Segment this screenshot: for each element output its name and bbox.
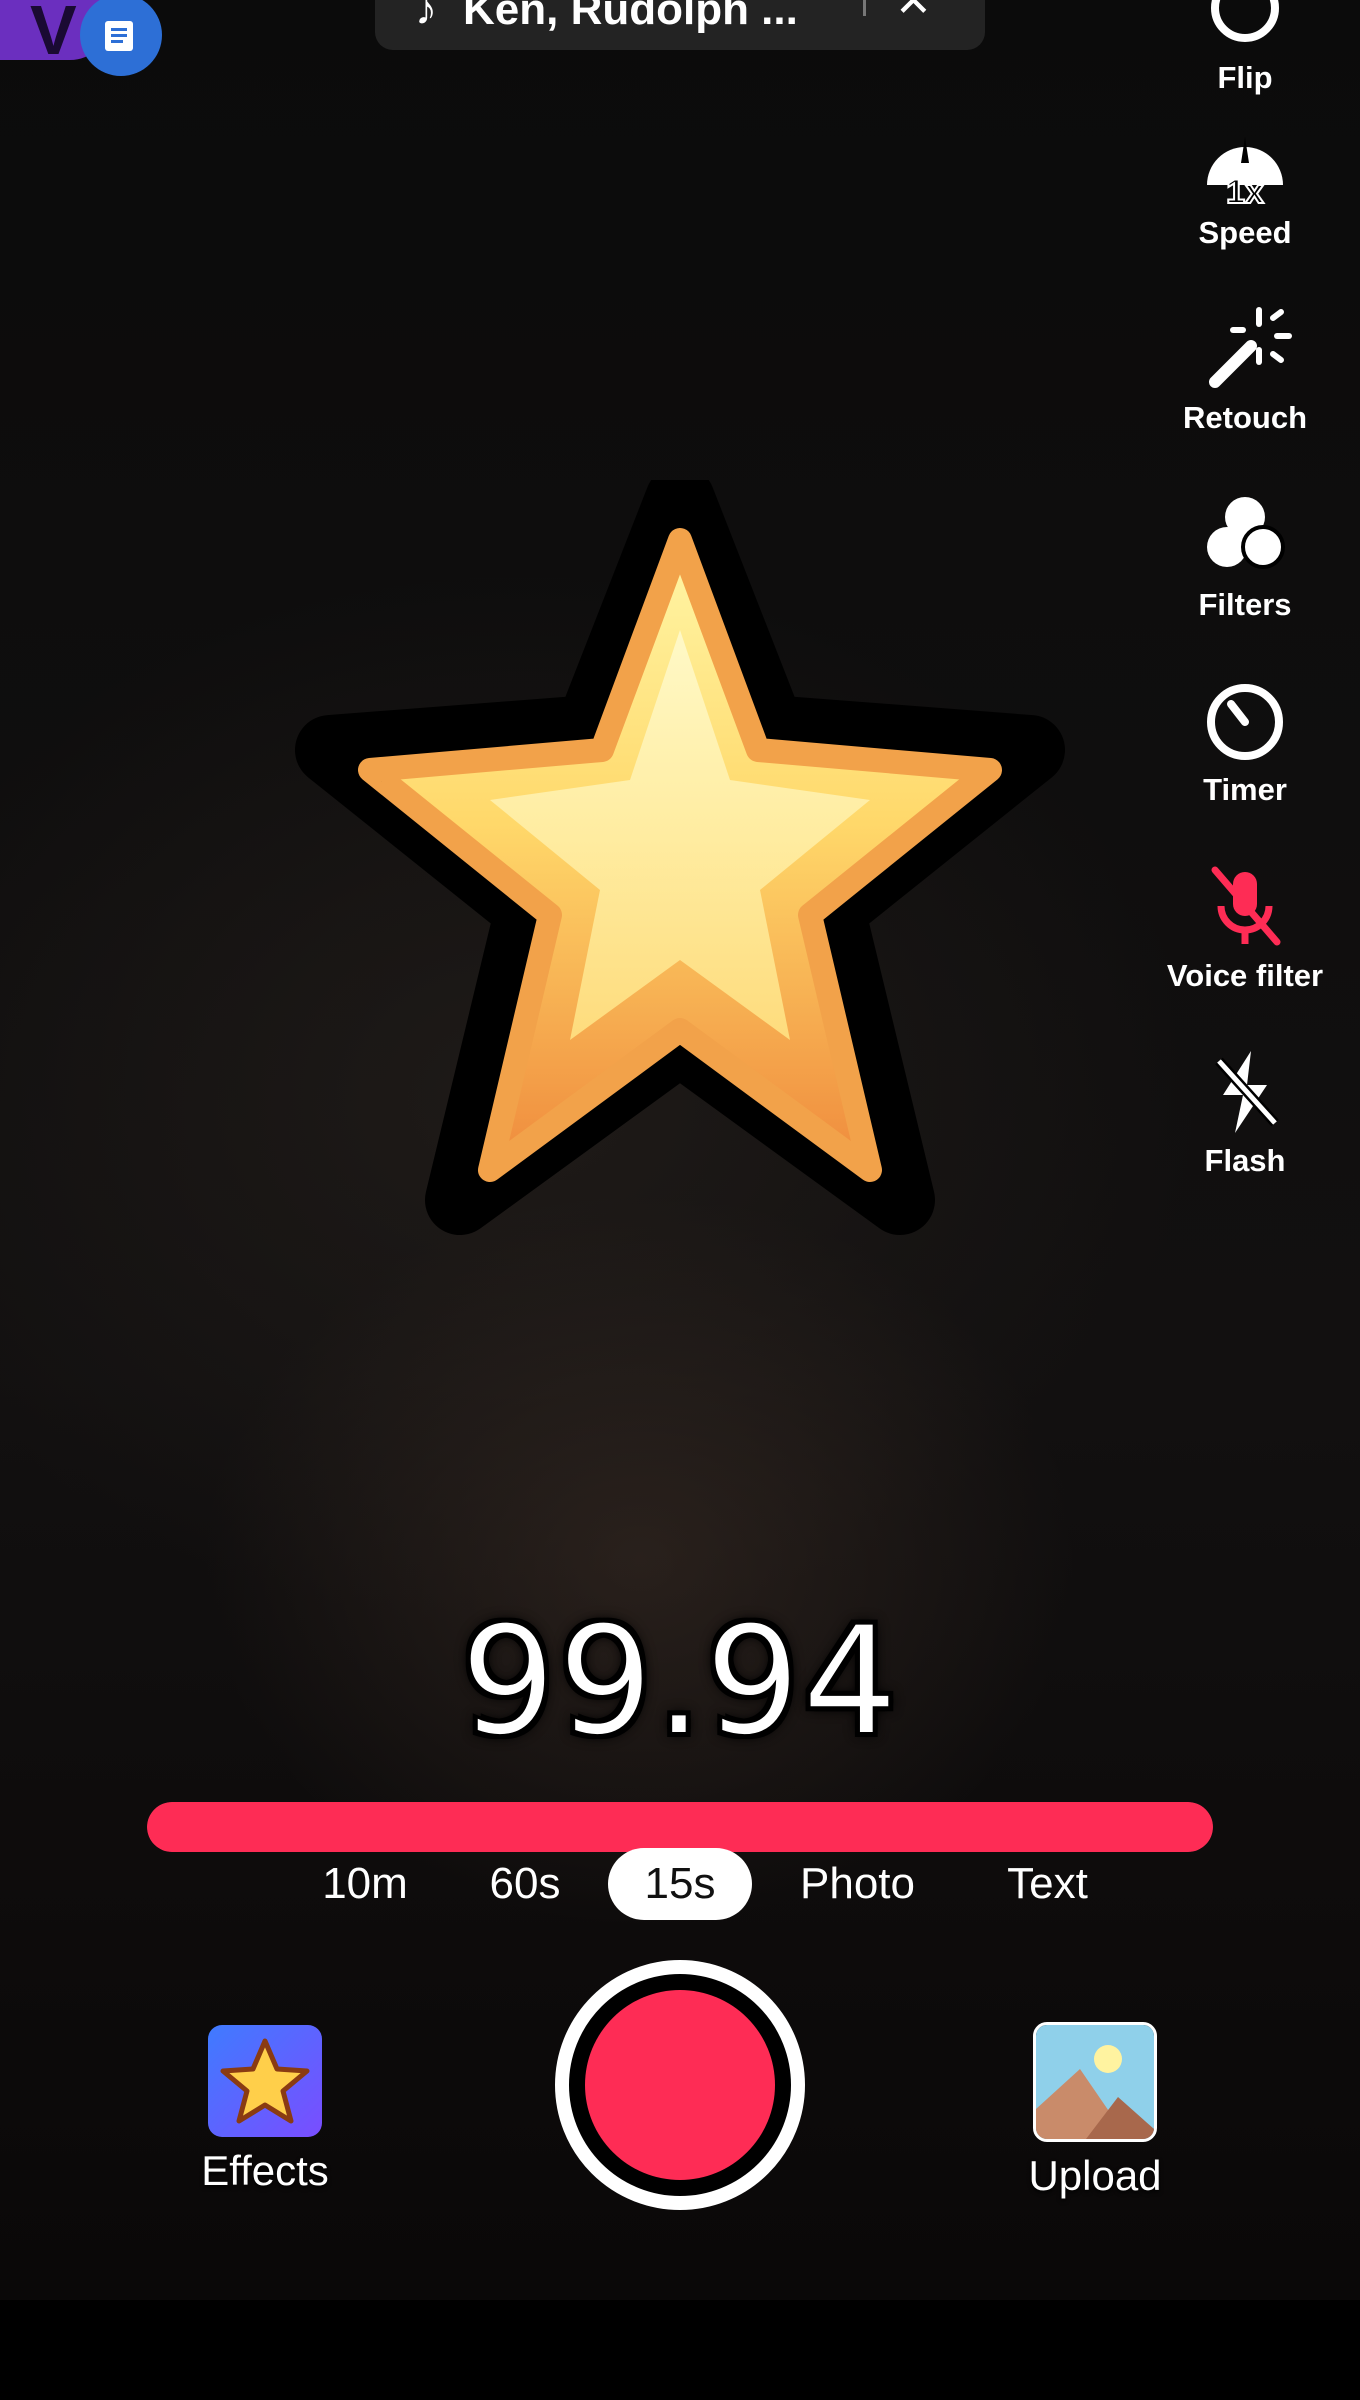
flash-label: Flash — [1204, 1143, 1286, 1178]
flip-button[interactable]: Flip — [1145, 0, 1345, 96]
effects-button[interactable]: Effects — [180, 2025, 350, 2195]
retouch-button[interactable]: Retouch — [1145, 300, 1345, 436]
mode-tab-60s[interactable]: 60s — [465, 1848, 585, 1920]
retouch-icon — [1209, 307, 1292, 388]
voice-filter-button[interactable]: Voice filter — [1145, 858, 1345, 994]
add-sound-pill[interactable]: ♪ Ken, Rudolph ... ✕ — [375, 0, 985, 50]
filters-icon — [1207, 497, 1285, 569]
close-icon[interactable]: ✕ — [895, 0, 932, 27]
speed-button[interactable]: 1x Speed — [1145, 115, 1345, 251]
image-icon — [1036, 2025, 1154, 2139]
effects-label: Effects — [201, 2147, 329, 2194]
mode-tab-10m[interactable]: 10m — [300, 1848, 430, 1920]
flip-icon — [1211, 0, 1279, 42]
upload-button[interactable]: Upload — [1010, 2022, 1180, 2200]
timer-label: Timer — [1203, 772, 1287, 807]
mode-tab-text[interactable]: Text — [985, 1848, 1110, 1920]
recording-progress-fill — [147, 1802, 1213, 1852]
recording-timer: 99.94 — [459, 1594, 900, 1770]
recording-progress-bar — [147, 1802, 1213, 1852]
filters-button[interactable]: Filters — [1145, 487, 1345, 623]
music-note-icon: ♪ — [415, 0, 437, 34]
upload-label: Upload — [1028, 2152, 1162, 2199]
music-title: Ken, Rudolph ... — [463, 0, 798, 34]
flash-button[interactable]: Flash — [1145, 1043, 1345, 1179]
mic-off-icon — [1211, 866, 1281, 946]
mode-tab-15s[interactable]: 15s — [608, 1848, 752, 1920]
bottom-bar — [0, 2300, 1360, 2400]
effects-thumbnail — [208, 2025, 322, 2137]
star-icon — [220, 2038, 310, 2124]
divider — [863, 0, 866, 16]
speed-icon: 1x — [1207, 137, 1283, 211]
gallery-thumbnail — [1033, 2022, 1157, 2142]
timer-icon — [1207, 684, 1283, 760]
flash-off-icon — [1215, 1051, 1279, 1133]
mode-tab-photo[interactable]: Photo — [780, 1848, 935, 1920]
star-sticker-icon — [295, 480, 1065, 1235]
flip-label: Flip — [1217, 60, 1273, 95]
record-button-inner[interactable] — [585, 1990, 775, 2180]
speed-label: Speed — [1198, 215, 1292, 250]
filters-label: Filters — [1198, 587, 1292, 622]
timer-button[interactable]: Timer — [1145, 672, 1345, 808]
record-button[interactable] — [555, 1960, 805, 2210]
voice-filter-label: Voice filter — [1166, 958, 1324, 993]
svg-text:1x: 1x — [1226, 173, 1264, 211]
retouch-label: Retouch — [1183, 400, 1307, 435]
